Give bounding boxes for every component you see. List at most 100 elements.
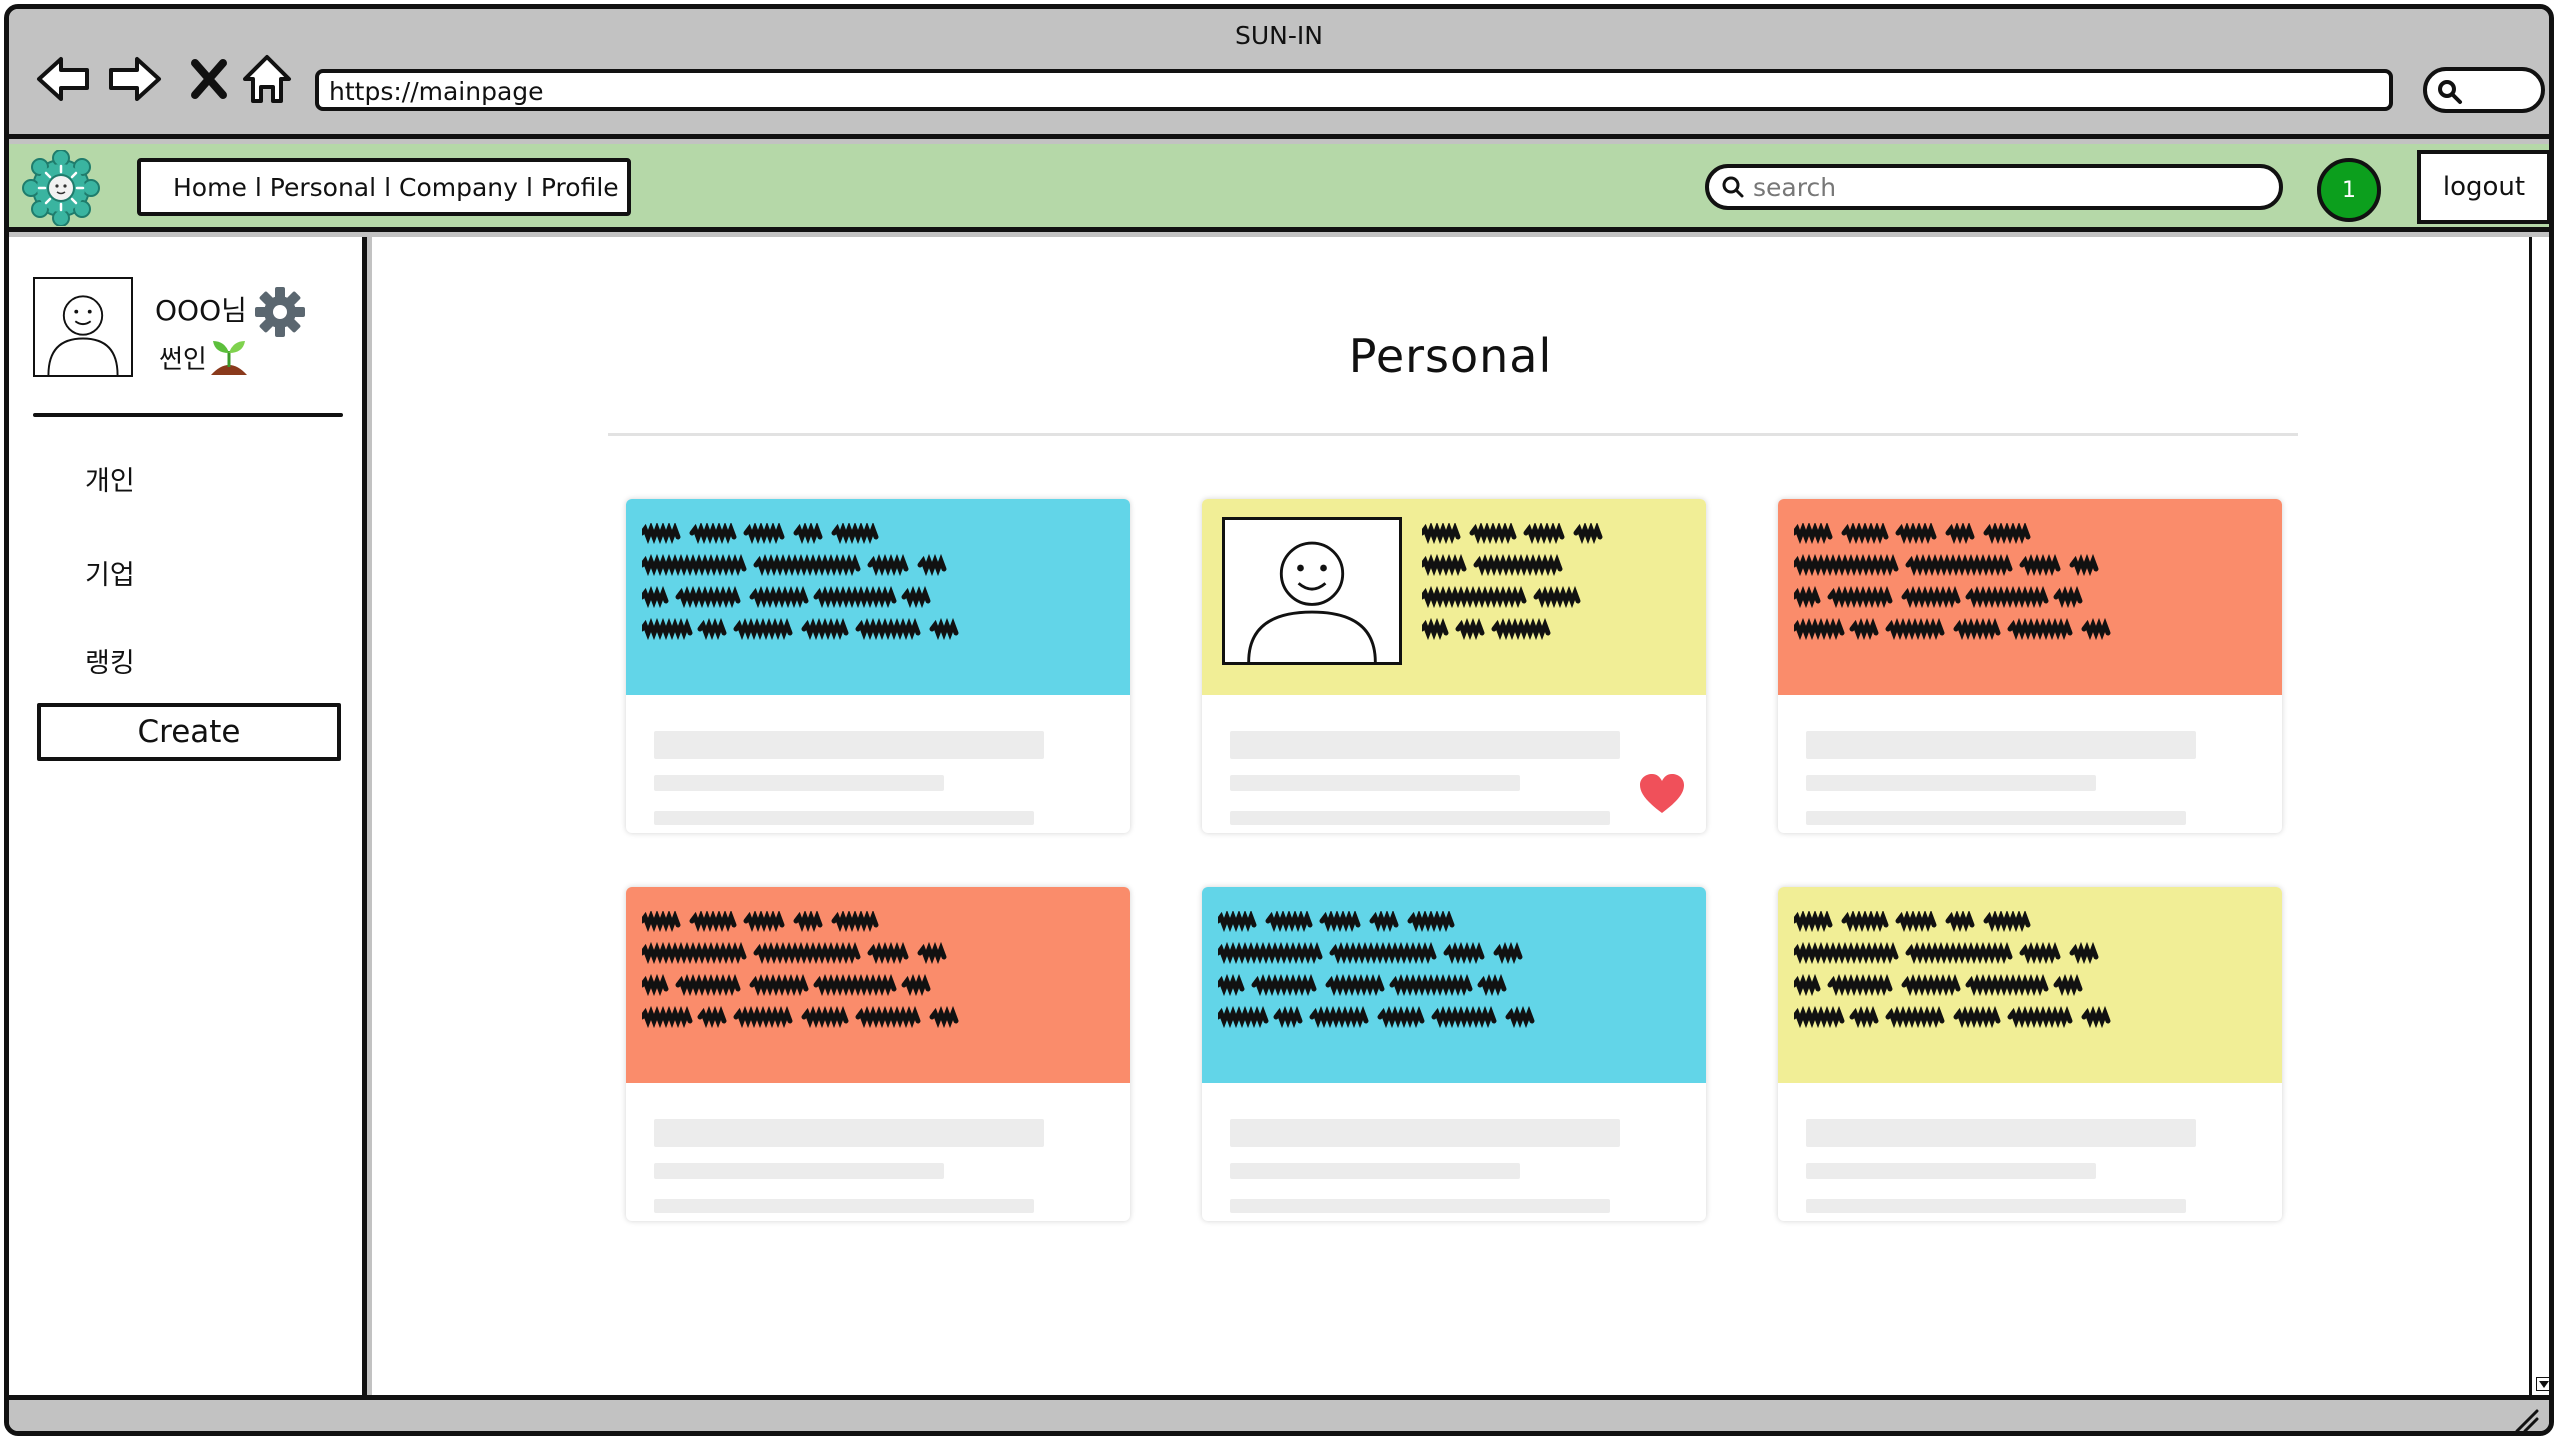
placeholder-text-scribble	[1218, 911, 1257, 933]
placeholder-text-scribble	[1443, 941, 1485, 965]
card-placeholder-line	[1230, 1163, 1520, 1179]
forward-button[interactable]	[103, 47, 167, 111]
placeholder-text-scribble	[2081, 617, 2111, 641]
user-name: OOO님	[155, 294, 247, 327]
placeholder-text-scribble	[2069, 553, 2099, 577]
card-header	[1778, 499, 2282, 695]
placeholder-text-scribble	[1965, 973, 2049, 997]
sprout-icon	[211, 341, 247, 375]
close-icon	[191, 59, 227, 99]
browser-toolbar: SUN-IN https://mainpage	[9, 9, 2549, 139]
card-placeholder-line	[654, 1199, 1034, 1213]
placeholder-text-scribble	[867, 553, 909, 577]
sidebar-item-ranking[interactable]: 랭킹	[85, 641, 135, 680]
logout-button[interactable]: logout	[2417, 150, 2549, 224]
vertical-scrollbar[interactable]	[2529, 237, 2552, 1395]
home-button[interactable]	[235, 47, 299, 111]
placeholder-text-scribble	[1885, 617, 1945, 641]
placeholder-text-scribble	[1895, 911, 1937, 933]
placeholder-text-scribble	[793, 523, 823, 545]
post-card[interactable]	[1202, 887, 1706, 1221]
placeholder-text-scribble	[1841, 911, 1889, 933]
placeholder-text-scribble	[1319, 911, 1361, 933]
placeholder-text-scribble	[2019, 553, 2061, 577]
card-placeholder-text	[1422, 523, 1603, 641]
menu-company[interactable]: Company	[399, 173, 518, 202]
placeholder-text-scribble	[867, 941, 909, 965]
card-placeholder-line	[1806, 1119, 2196, 1147]
placeholder-text-scribble	[1827, 973, 1893, 997]
placeholder-text-scribble	[675, 973, 741, 997]
main-menu: Home l Personal l Company l Profile	[137, 158, 631, 216]
placeholder-text-scribble	[1901, 973, 1961, 997]
stop-button[interactable]	[177, 47, 241, 111]
card-header	[626, 499, 1130, 695]
back-button[interactable]	[31, 47, 95, 111]
placeholder-text-scribble	[801, 617, 849, 641]
placeholder-text-scribble	[1455, 617, 1485, 641]
placeholder-text-scribble	[1945, 911, 1975, 933]
card-header	[1778, 887, 2282, 1083]
gear-icon[interactable]	[253, 285, 307, 339]
placeholder-text-scribble	[1218, 973, 1245, 997]
post-card[interactable]	[1778, 499, 2282, 833]
placeholder-text-scribble	[642, 911, 681, 933]
placeholder-text-scribble	[697, 617, 727, 641]
home-icon	[243, 55, 291, 103]
resize-handle-icon[interactable]	[2511, 1405, 2541, 1435]
placeholder-text-scribble	[1389, 973, 1473, 997]
post-card[interactable]	[626, 499, 1130, 833]
placeholder-text-scribble	[1885, 1005, 1945, 1029]
menu-personal[interactable]: Personal	[270, 173, 376, 202]
placeholder-text-scribble	[813, 973, 897, 997]
card-header	[1202, 887, 1706, 1083]
placeholder-text-scribble	[1431, 1005, 1497, 1029]
post-card[interactable]	[626, 887, 1130, 1221]
post-card[interactable]	[1202, 499, 1706, 833]
card-placeholder-text	[642, 911, 959, 1029]
placeholder-text-scribble	[753, 941, 861, 965]
placeholder-text-scribble	[917, 553, 947, 577]
search-box	[1705, 164, 2283, 210]
menu-home[interactable]: Home	[173, 173, 247, 202]
sidebar-item-company[interactable]: 기업	[85, 553, 135, 592]
placeholder-text-scribble	[1794, 553, 1899, 577]
search-icon	[2438, 80, 2462, 104]
placeholder-text-scribble	[2053, 973, 2083, 997]
back-arrow-icon	[37, 57, 89, 101]
card-placeholder-line	[1230, 731, 1620, 759]
placeholder-text-scribble	[1422, 585, 1527, 609]
placeholder-text-scribble	[1965, 585, 2049, 609]
window-title: SUN-IN	[1235, 21, 1323, 50]
sidebar-divider	[33, 413, 343, 417]
browser-search-button[interactable]	[2423, 67, 2545, 113]
placeholder-text-scribble	[1953, 1005, 2001, 1029]
placeholder-text-scribble	[743, 523, 785, 545]
placeholder-text-scribble	[642, 1005, 693, 1029]
card-header	[1202, 499, 1706, 695]
title-divider	[608, 433, 2298, 436]
card-placeholder-line	[1230, 1119, 1620, 1147]
heart-icon[interactable]	[1638, 773, 1686, 815]
create-button[interactable]: Create	[37, 703, 341, 761]
address-bar[interactable]: https://mainpage	[315, 69, 2393, 111]
search-input[interactable]	[1753, 172, 2253, 202]
placeholder-text-scribble	[1473, 553, 1563, 577]
placeholder-text-scribble	[642, 941, 747, 965]
scroll-down-icon[interactable]	[2536, 1377, 2552, 1391]
avatar[interactable]	[33, 277, 133, 377]
placeholder-text-scribble	[1369, 911, 1399, 933]
placeholder-text-scribble	[1218, 1005, 1269, 1029]
notification-badge[interactable]: 1	[2317, 158, 2381, 222]
card-placeholder-text	[642, 523, 959, 641]
sidebar: OOO님 썬인 개인 기업 랭킹 Create	[9, 237, 367, 1395]
placeholder-text-scribble	[1794, 973, 1821, 997]
menu-profile[interactable]: Profile	[541, 173, 619, 202]
forward-arrow-icon	[109, 57, 161, 101]
sidebar-item-personal[interactable]: 개인	[85, 459, 135, 498]
placeholder-text-scribble	[1422, 553, 1467, 577]
logo-icon[interactable]	[21, 150, 101, 226]
post-card[interactable]	[1778, 887, 2282, 1221]
placeholder-text-scribble	[1493, 941, 1523, 965]
placeholder-text-scribble	[1794, 523, 1833, 545]
